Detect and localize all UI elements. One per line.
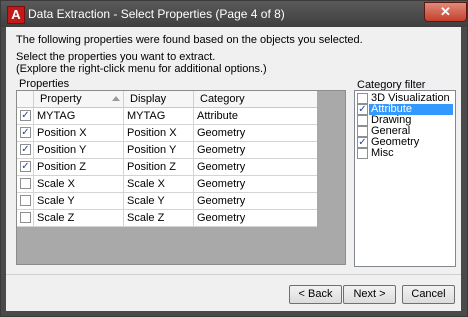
property-cell: Position X	[34, 125, 124, 141]
dialog-window: A Data Extraction - Select Properties (P…	[0, 0, 468, 317]
dialog-body: The following properties were found base…	[6, 27, 461, 311]
row-checkbox[interactable]: ✓	[20, 110, 31, 121]
row-check-cell	[17, 210, 34, 226]
category-cell: Geometry	[197, 178, 246, 190]
property-cell: Scale Y	[34, 193, 124, 209]
row-checkbox[interactable]: ✓	[20, 161, 31, 172]
category-checkbox[interactable]	[357, 126, 368, 137]
category-checkbox[interactable]	[357, 148, 368, 159]
window-title: Data Extraction - Select Properties (Pag…	[28, 7, 285, 21]
category-checkbox[interactable]	[357, 93, 368, 104]
category-cell: Attribute	[197, 110, 238, 122]
cancel-button[interactable]: Cancel	[402, 285, 455, 304]
row-checkbox[interactable]: ✓	[20, 144, 31, 155]
category-cell: Geometry	[197, 127, 246, 139]
property-cell: MYTAG	[34, 108, 124, 124]
row-check-cell: ✓	[17, 159, 34, 175]
row-checkbox[interactable]	[20, 212, 31, 223]
category-label: Misc	[371, 147, 394, 159]
properties-group-label: Properties	[19, 78, 70, 90]
row-check-cell: ✓	[17, 125, 34, 141]
display-name-cell[interactable]: Scale Y	[124, 193, 194, 209]
category-filter-item[interactable]: ✓ Geometry	[355, 137, 453, 148]
autocad-logo-icon: A	[7, 6, 25, 24]
category-cell: Geometry	[197, 161, 246, 173]
row-check-cell	[17, 176, 34, 192]
table-row[interactable]: Scale Z Scale Z Geometry	[17, 210, 317, 227]
instruction-line: (Explore the right-click menu for additi…	[16, 63, 267, 75]
display-name-cell[interactable]: Position Y	[124, 142, 194, 158]
close-button[interactable]: ✕	[424, 2, 467, 22]
row-check-cell: ✓	[17, 142, 34, 158]
column-header-property[interactable]: Property	[34, 91, 124, 107]
title-bar: A Data Extraction - Select Properties (P…	[1, 1, 467, 27]
grid-header: Property Display Name Category	[17, 91, 317, 121]
category-checkbox[interactable]	[357, 115, 368, 126]
header-check-column	[17, 91, 34, 107]
intro-text: The following properties were found base…	[16, 34, 363, 46]
row-checkbox[interactable]	[20, 195, 31, 206]
property-cell: Position Z	[34, 159, 124, 175]
property-cell: Position Y	[34, 142, 124, 158]
display-name-cell[interactable]: Scale Z	[124, 210, 194, 226]
display-name-cell[interactable]: MYTAG	[124, 108, 194, 124]
table-row[interactable]: ✓ Position X Position X Geometry	[17, 125, 317, 142]
category-filter-list[interactable]: 3D Visualization ✓ Attribute Drawing General…	[354, 90, 456, 267]
category-cell: Geometry	[197, 195, 246, 207]
sort-ascending-icon	[112, 96, 120, 101]
category-checkbox[interactable]: ✓	[357, 137, 368, 148]
table-row[interactable]: Scale X Scale X Geometry	[17, 176, 317, 193]
display-name-cell[interactable]: Scale X	[124, 176, 194, 192]
category-checkbox[interactable]: ✓	[357, 104, 368, 115]
column-header-category[interactable]: Category	[194, 91, 317, 107]
property-cell: Scale X	[34, 176, 124, 192]
next-button[interactable]: Next >	[343, 285, 396, 304]
column-header-display-name[interactable]: Display Name	[124, 91, 194, 121]
row-check-cell: ✓	[17, 108, 34, 124]
property-cell: Scale Z	[34, 210, 124, 226]
category-filter-item[interactable]: Misc	[355, 148, 453, 159]
category-cell: Geometry	[197, 212, 246, 224]
category-cell: Geometry	[197, 144, 246, 156]
row-checkbox[interactable]: ✓	[20, 127, 31, 138]
divider	[6, 274, 461, 275]
instruction-line: Select the properties you want to extrac…	[16, 51, 216, 63]
back-button[interactable]: < Back	[289, 285, 342, 304]
properties-grid[interactable]: Property Display Name Category ✓MYTAGMYT…	[16, 90, 346, 265]
row-checkbox[interactable]	[20, 178, 31, 189]
table-row[interactable]: ✓ Position Z Position Z Geometry	[17, 159, 317, 176]
table-row[interactable]: ✓ Position Y Position Y Geometry	[17, 142, 317, 159]
row-check-cell	[17, 193, 34, 209]
display-name-cell[interactable]: Position X	[124, 125, 194, 141]
column-header-label: Property	[40, 93, 82, 105]
table-row[interactable]: Scale Y Scale Y Geometry	[17, 193, 317, 210]
table-row[interactable]: ✓ MYTAG MYTAG Attribute	[17, 108, 317, 125]
display-name-cell[interactable]: Position Z	[124, 159, 194, 175]
